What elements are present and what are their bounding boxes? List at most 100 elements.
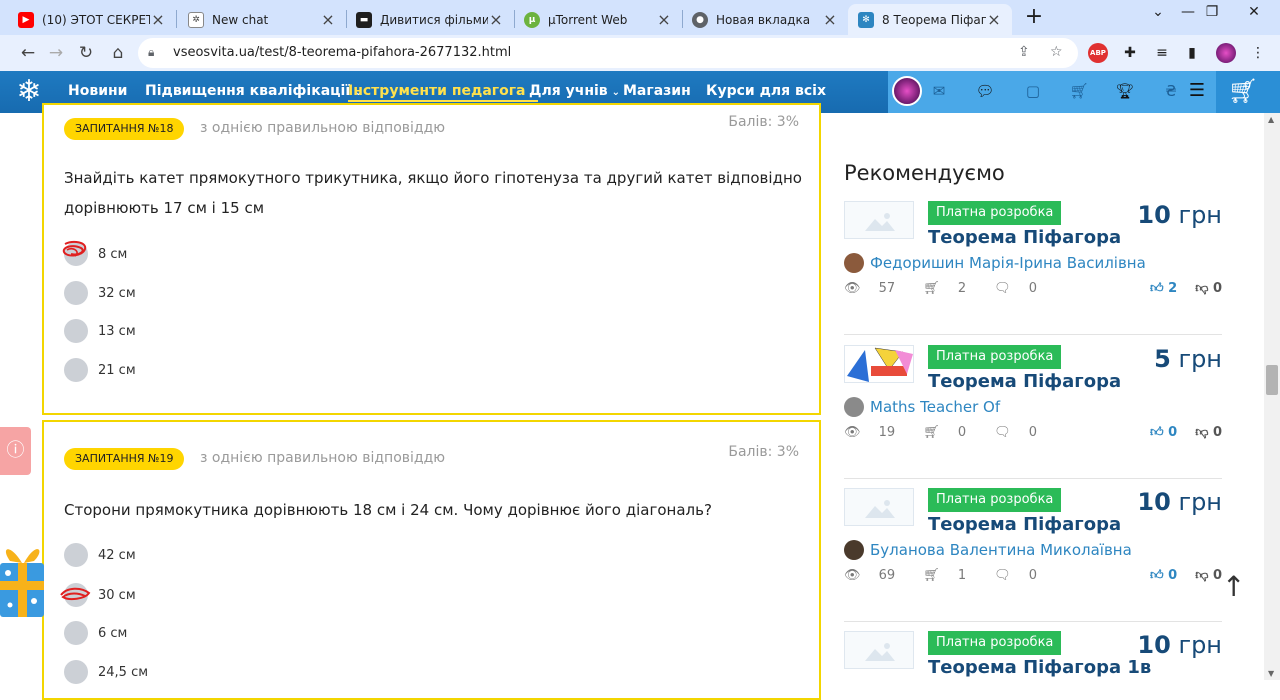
thumbnail-placeholder[interactable] xyxy=(844,631,914,669)
answer-option[interactable]: 32 см xyxy=(64,281,136,305)
browser-tab-utorrent[interactable]: µ µTorrent Web × xyxy=(514,4,682,35)
mail-icon[interactable]: ✉ xyxy=(928,82,950,100)
document-icon[interactable]: ▢ xyxy=(1022,82,1044,100)
dislike-button[interactable]: 👎︎ 0 xyxy=(1195,425,1222,440)
gift-box-icon[interactable] xyxy=(0,535,48,620)
browser-tab-movies[interactable]: ▬ Дивитися фільми о × xyxy=(346,4,514,35)
side-panel-icon[interactable]: ▮ xyxy=(1182,43,1202,63)
thumbs-down-icon: 👎︎ xyxy=(1195,568,1209,583)
nav-shop[interactable]: Магазин xyxy=(623,83,691,99)
recommend-item[interactable]: Платна розробка 5 грн Теорема Піфагора M… xyxy=(844,345,1222,479)
comment-icon: 🗨︎ xyxy=(994,425,1011,440)
cart-icon[interactable]: 🛒︎ xyxy=(1068,82,1090,100)
nav-news[interactable]: Новини xyxy=(68,83,128,99)
nav-teacher-tools[interactable]: Інструменти педагога ⌄ xyxy=(348,83,538,102)
report-button[interactable]: ⓘ xyxy=(0,427,31,475)
purchases-count: 1 xyxy=(957,568,967,583)
close-icon[interactable]: × xyxy=(656,10,672,29)
user-avatar[interactable] xyxy=(892,76,922,106)
dislike-button[interactable]: 👎︎ 0 xyxy=(1195,281,1222,296)
hamburger-menu-icon[interactable]: ☰ xyxy=(1186,80,1208,101)
nav-qualification[interactable]: Підвищення кваліфікації ⌄ xyxy=(145,83,363,99)
cart-button[interactable]: 🛒︎ 0 xyxy=(1216,71,1280,113)
scrollbar-thumb[interactable] xyxy=(1266,365,1278,395)
share-icon[interactable]: ⇪ xyxy=(1018,44,1030,60)
omnibox[interactable]: 🔒︎ vseosvita.ua/test/8-teorema-pifahora-… xyxy=(138,38,1078,68)
url-text[interactable]: vseosvita.ua/test/8-teorema-pifahora-267… xyxy=(173,45,511,60)
new-tab-button[interactable]: + xyxy=(1022,6,1046,30)
radio-button[interactable] xyxy=(64,358,88,382)
bookmark-star-icon[interactable]: ☆ xyxy=(1050,44,1063,60)
browser-tab-youtube[interactable]: ▶ (10) ЭТОТ СЕКРЕТНЫ × xyxy=(8,4,176,35)
close-icon[interactable]: × xyxy=(822,10,838,29)
author-link[interactable]: Буланова Валентина Миколаївна xyxy=(844,540,1132,560)
profile-avatar[interactable] xyxy=(1216,43,1236,63)
close-icon[interactable]: × xyxy=(986,10,1002,29)
radio-button[interactable] xyxy=(64,319,88,343)
back-icon[interactable]: ← xyxy=(16,41,40,65)
close-icon[interactable]: × xyxy=(150,10,166,29)
question-card-18: ЗАПИТАННЯ №18 з однією правильною відпов… xyxy=(42,103,821,415)
media-queue-icon[interactable]: ≡ xyxy=(1152,43,1172,63)
answer-option[interactable]: 24,5 см xyxy=(64,660,148,684)
item-title[interactable]: Теорема Піфагора 1в xyxy=(928,657,1151,678)
answer-option[interactable]: 42 см xyxy=(64,543,136,567)
close-icon[interactable]: × xyxy=(320,10,336,29)
restore-icon[interactable]: ❐ xyxy=(1192,4,1232,20)
views-count: 19 xyxy=(878,425,896,440)
radio-button[interactable] xyxy=(64,660,88,684)
nav-for-students[interactable]: Для учнів ⌄ xyxy=(529,83,620,99)
author-link[interactable]: Maths Teacher Of xyxy=(844,397,1000,417)
radio-button[interactable] xyxy=(64,543,88,567)
close-icon[interactable]: × xyxy=(488,10,504,29)
hryvnia-icon[interactable]: ₴ xyxy=(1160,82,1182,100)
reload-icon[interactable]: ↻ xyxy=(74,41,98,65)
nav-courses[interactable]: Курси для всіх xyxy=(706,83,826,99)
trophy-icon[interactable]: 🏆︎ xyxy=(1114,82,1136,100)
answer-option[interactable]: 21 см xyxy=(64,358,136,382)
thumbnail-geometry[interactable] xyxy=(844,345,914,383)
window-close-icon[interactable]: ✕ xyxy=(1234,4,1274,20)
menu-kebab-icon[interactable]: ⋮ xyxy=(1248,43,1268,63)
lock-icon[interactable]: 🔒︎ xyxy=(148,45,154,60)
browser-tab-active[interactable]: ✻ 8 Теорема Піфагор × xyxy=(848,4,1012,35)
browser-tab-chatgpt[interactable]: ✲ New chat × xyxy=(178,4,346,35)
nav-label: Для учнів xyxy=(529,83,608,99)
author-avatar xyxy=(844,540,864,560)
adblock-icon[interactable]: ABP xyxy=(1088,43,1108,63)
scroll-to-top-arrow-icon[interactable]: ↑ xyxy=(1222,570,1245,603)
like-button[interactable]: 👍︎ 0 xyxy=(1150,568,1177,583)
dislike-button[interactable]: 👎︎ 0 xyxy=(1195,568,1222,583)
price: 10 грн xyxy=(1137,201,1222,229)
like-button[interactable]: 👍︎ 2 xyxy=(1150,281,1177,296)
dislikes-count: 0 xyxy=(1212,281,1222,296)
radio-button[interactable] xyxy=(64,621,88,645)
forward-icon[interactable]: → xyxy=(44,41,68,65)
page-scrollbar[interactable]: ▲ ▼ xyxy=(1264,113,1280,680)
like-button[interactable]: 👍︎ 0 xyxy=(1150,425,1177,440)
option-label: 21 см xyxy=(98,362,136,378)
answer-option[interactable]: 13 см xyxy=(64,319,136,343)
answer-option[interactable]: 6 см xyxy=(64,621,127,645)
option-label: 42 см xyxy=(98,547,136,563)
item-title[interactable]: Теорема Піфагора xyxy=(928,371,1121,392)
recommend-item[interactable]: Платна розробка 10 грн Теорема Піфагора … xyxy=(844,201,1222,335)
chat-icon[interactable]: 💬︎ xyxy=(974,82,996,100)
recommend-item[interactable]: Платна розробка 10 грн Теорема Піфагора … xyxy=(844,488,1222,622)
thumbnail-placeholder[interactable] xyxy=(844,201,914,239)
thumbs-up-icon: 👍︎ xyxy=(1150,568,1164,583)
radio-button[interactable] xyxy=(64,281,88,305)
item-title[interactable]: Теорема Піфагора xyxy=(928,227,1121,248)
author-avatar xyxy=(844,253,864,273)
scroll-up-arrow-icon[interactable]: ▲ xyxy=(1268,115,1274,124)
home-icon[interactable]: ⌂ xyxy=(106,41,130,65)
extensions-puzzle-icon[interactable]: ✚ xyxy=(1120,43,1140,63)
thumbnail-placeholder[interactable] xyxy=(844,488,914,526)
scroll-down-arrow-icon[interactable]: ▼ xyxy=(1268,669,1274,678)
price: 10 грн xyxy=(1137,631,1222,659)
author-link[interactable]: Федоришин Марія-Ірина Василівна xyxy=(844,253,1146,273)
vseosvita-logo[interactable]: ❄ xyxy=(12,75,46,109)
item-title[interactable]: Теорема Піфагора xyxy=(928,514,1121,535)
browser-tab-newtab[interactable]: ● Новая вкладка × xyxy=(682,4,848,35)
recommend-item[interactable]: Платна розробка 10 грн Теорема Піфагора … xyxy=(844,631,1222,680)
